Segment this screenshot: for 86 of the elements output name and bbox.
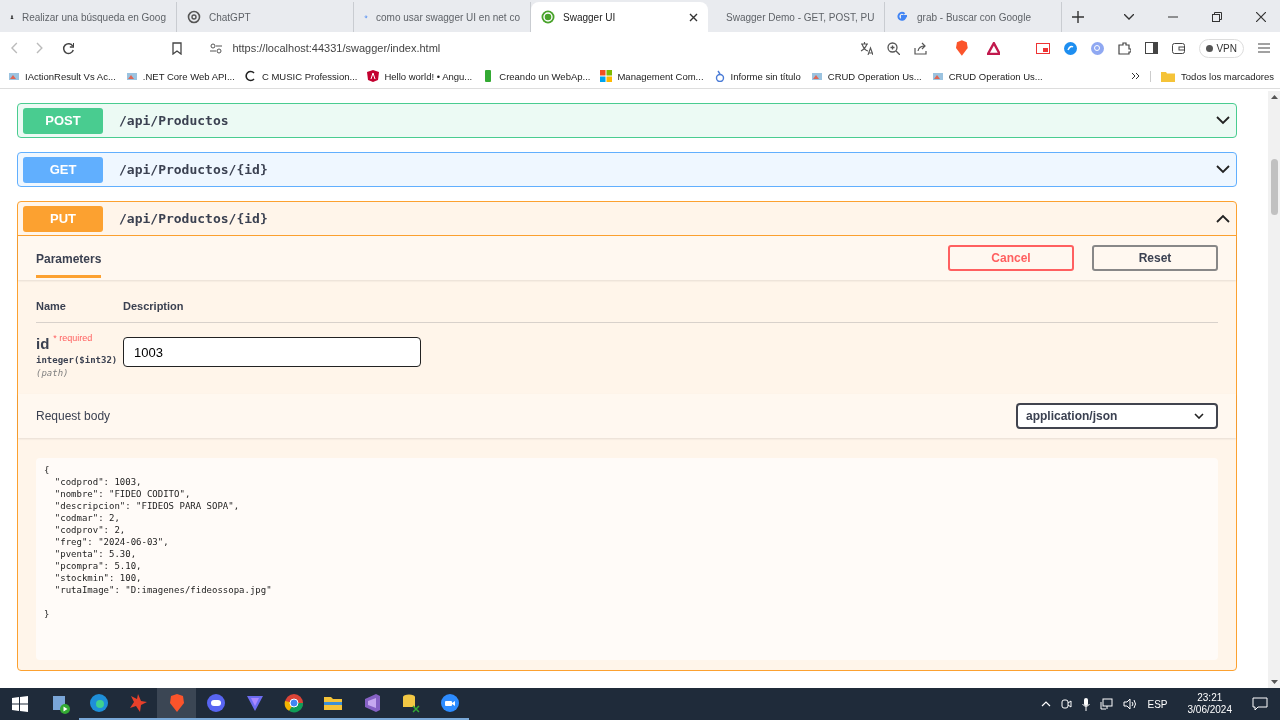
- method-badge: POST: [23, 107, 103, 134]
- lion-shield-icon[interactable]: [955, 40, 969, 56]
- chevron-down-icon: [1194, 413, 1204, 419]
- network-icon[interactable]: [1100, 698, 1114, 710]
- scrollbar-thumb[interactable]: [1270, 159, 1278, 215]
- chevron-down-icon[interactable]: [1124, 14, 1134, 20]
- colored-circle-icon[interactable]: [283, 693, 304, 713]
- menu-icon[interactable]: [1258, 43, 1270, 53]
- page-icon: [125, 70, 138, 82]
- bookmark-link[interactable]: Management Com...: [600, 70, 704, 82]
- content-type-select[interactable]: application/json: [1016, 403, 1218, 429]
- close-icon[interactable]: [689, 12, 698, 22]
- clock[interactable]: 23:21 3/06/2024: [1187, 692, 1232, 716]
- double-chevron-icon[interactable]: [1131, 72, 1141, 80]
- bookmark-link[interactable]: IActionResult Vs Ac...: [8, 70, 116, 82]
- database-icon[interactable]: [400, 693, 421, 713]
- controller-icon[interactable]: [205, 693, 226, 713]
- translate-icon[interactable]: [860, 41, 873, 55]
- bookmark-link[interactable]: Creando un WebAp...: [482, 70, 591, 82]
- reload-icon[interactable]: [61, 41, 75, 55]
- scroll-down-icon: [1270, 680, 1278, 684]
- bookmark-link[interactable]: C MUSIC Profession...: [244, 70, 358, 82]
- share-icon[interactable]: [914, 41, 927, 55]
- chevron-down-icon[interactable]: [1216, 165, 1230, 174]
- bookmark-link[interactable]: CRUD Operation Us...: [931, 70, 1043, 82]
- camera-icon[interactable]: [1061, 698, 1073, 710]
- request-body-editor[interactable]: { "codprod": 1003, "nombre": "FIDEO CODITO", "descripcion": "FIDEOS PARA SOPA", "codmar": 2, "codprov": 2, "freg": "2024-06-03", "pventa": 5.30, "pcompra": 5.10, "stockmin": 100, "rutaImage": "D:imagenes/fideossopa.jpg" }: [36, 458, 1218, 660]
- all-bookmarks-button[interactable]: Todos los marcadores: [1150, 70, 1280, 82]
- bookmark-link[interactable]: CRUD Operation Us...: [810, 70, 922, 82]
- zoom-in-icon[interactable]: [887, 41, 900, 55]
- bookmark-link[interactable]: Informe sin título: [713, 70, 801, 82]
- parameter-name: id: [36, 335, 50, 352]
- required-label: * required: [53, 333, 93, 343]
- bookmark-link[interactable]: .NET Core Web API...: [125, 70, 235, 82]
- scroll-up-icon: [1270, 95, 1278, 99]
- sidebar-icon[interactable]: [1145, 42, 1159, 54]
- swirl-icon[interactable]: [88, 693, 109, 713]
- wallet-icon[interactable]: [1172, 42, 1186, 54]
- triangle-icon[interactable]: [244, 693, 265, 713]
- parameter-type: integer($int32): [36, 355, 119, 365]
- triangle-icon[interactable]: [986, 41, 1001, 55]
- letter-c-icon: [244, 70, 257, 82]
- microphone-icon[interactable]: [1082, 697, 1091, 711]
- chevron-up-icon[interactable]: [1216, 214, 1230, 223]
- parameter-input[interactable]: 1003: [123, 337, 421, 367]
- folder-icon: [1161, 70, 1176, 82]
- page-icon: [810, 70, 823, 82]
- scrollbar[interactable]: [1268, 91, 1280, 688]
- method-badge: GET: [23, 156, 103, 183]
- column-header: Name: [36, 300, 67, 312]
- shield-icon: [367, 70, 380, 82]
- swirl-circle-icon[interactable]: [1064, 41, 1078, 55]
- picture-in-picture-icon[interactable]: [1036, 42, 1051, 54]
- close-icon[interactable]: [1256, 12, 1266, 22]
- column-header: Description: [123, 300, 184, 312]
- sliders-icon[interactable]: [210, 42, 223, 54]
- four-squares-icon: [600, 70, 613, 82]
- page-icon: [931, 70, 944, 82]
- swagger-logo-icon: [541, 10, 555, 24]
- endpoint-path[interactable]: /api/Productos/{id}: [119, 211, 1200, 226]
- video-call-icon[interactable]: [439, 693, 460, 713]
- notification-icon[interactable]: [1252, 697, 1268, 711]
- bookmark-icon[interactable]: [172, 41, 183, 55]
- endpoint-path[interactable]: /api/Productos: [119, 113, 1200, 128]
- windows-start-icon[interactable]: [12, 696, 28, 712]
- vpn-label: VPN: [1216, 42, 1237, 54]
- method-badge: PUT: [23, 205, 103, 232]
- request-body-label: Request body: [36, 409, 111, 423]
- puzzle-icon[interactable]: [1118, 41, 1132, 55]
- page-icon: [8, 70, 20, 82]
- endpoint-path[interactable]: /api/Productos/{id}: [119, 162, 1200, 177]
- browser-tab[interactable]: Swagger UI: [531, 2, 708, 32]
- knot-icon: [187, 10, 201, 24]
- chevron-down-icon[interactable]: [1216, 116, 1230, 125]
- bookmark-link[interactable]: Hello world! • Angu...: [367, 70, 473, 82]
- parameter-location: (path): [36, 368, 70, 378]
- restore-icon[interactable]: [1212, 12, 1222, 22]
- star-shape-icon[interactable]: [127, 693, 148, 713]
- parameters-tab[interactable]: Parameters: [36, 246, 102, 278]
- status-dot-icon: [1206, 44, 1214, 52]
- language-indicator[interactable]: ESP: [1147, 698, 1168, 710]
- reset-button[interactable]: Reset: [1092, 245, 1218, 271]
- url-text[interactable]: https://localhost:44331/swagger/index.html: [232, 42, 850, 54]
- plus-icon[interactable]: [1072, 11, 1084, 23]
- volume-icon[interactable]: [1123, 698, 1138, 710]
- ring-icon: [713, 70, 726, 82]
